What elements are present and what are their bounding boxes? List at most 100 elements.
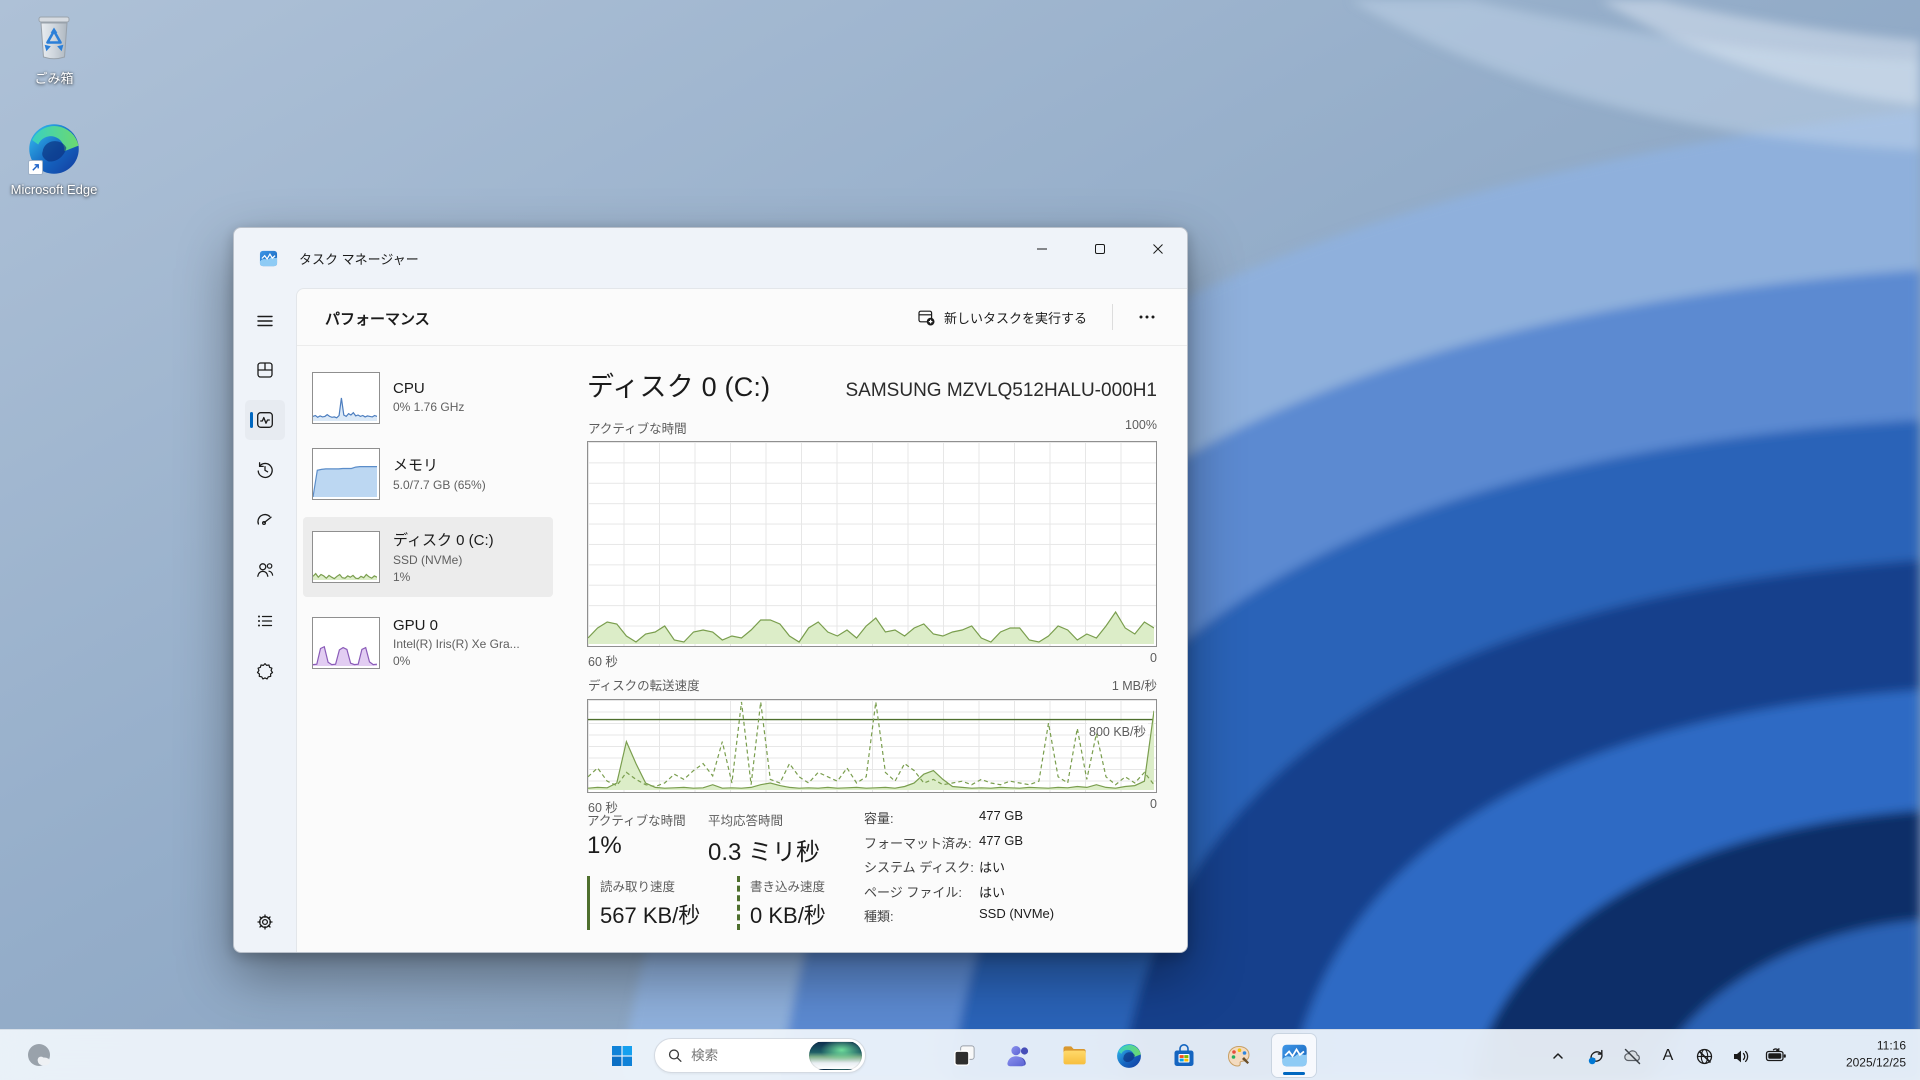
windows-start-icon <box>611 1045 633 1067</box>
taskbar-search[interactable] <box>654 1038 866 1073</box>
recycle-bin-icon <box>10 8 98 66</box>
memory-mini-chart <box>312 448 380 500</box>
chart1-xright: 0 <box>1150 651 1157 670</box>
weather-icon <box>24 1040 56 1072</box>
perf-item-gpu0[interactable]: GPU 0 Intel(R) Iris(R) Xe Gra... 0% <box>303 604 553 682</box>
prop-type: 種類:SSD (NVMe) <box>864 906 1154 925</box>
nav-app-history[interactable] <box>245 450 285 490</box>
task-manager-window: タスク マネージャー <box>233 227 1188 953</box>
gpu-desc: Intel(R) Iris(R) Xe Gra... <box>393 636 520 652</box>
settings-button[interactable] <box>245 902 285 942</box>
file-explorer-icon <box>1061 1042 1088 1069</box>
close-button[interactable] <box>1129 228 1187 270</box>
transfer-rate-chart: 800 KB/秒 <box>587 699 1157 793</box>
clock-time: 11:16 <box>1846 1038 1906 1055</box>
avg-response-stat: 平均応答時間 0.3 ミリ秒 <box>708 810 820 867</box>
speaker-icon <box>1731 1047 1750 1066</box>
disk-type: SSD (NVMe) <box>393 552 494 568</box>
close-icon <box>1152 243 1164 255</box>
paint-icon <box>1226 1043 1252 1069</box>
detail-title: ディスク 0 (C:) <box>587 365 770 404</box>
tray-network[interactable] <box>1692 1044 1716 1068</box>
performance-icon <box>255 410 275 430</box>
cpu-mini-chart <box>312 372 380 424</box>
bing-daily-image-thumbnail[interactable] <box>809 1041 862 1070</box>
perf-item-memory[interactable]: メモリ 5.0/7.7 GB (65%) <box>303 441 553 507</box>
cloud-slash-icon <box>1622 1046 1643 1067</box>
battery-icon <box>1765 1045 1787 1067</box>
gear-icon <box>255 912 275 932</box>
nav-startup-apps[interactable] <box>245 500 285 540</box>
recycle-bin-label: ごみ箱 <box>10 68 98 87</box>
chart1-xleft: 60 秒 <box>588 651 618 670</box>
nav-details[interactable] <box>245 601 285 641</box>
sync-pending-icon <box>1587 1047 1606 1066</box>
taskbar: A <box>0 1029 1920 1080</box>
globe-no-network-icon <box>1695 1047 1714 1066</box>
disk-model: SAMSUNG MZVLQ512HALU-000H1 <box>846 380 1158 402</box>
tray-update-pending[interactable] <box>1584 1044 1608 1068</box>
perf-item-cpu[interactable]: CPU 0% 1.76 GHz <box>303 365 553 431</box>
chart2-ymax: 1 MB/秒 <box>1112 675 1157 694</box>
hamburger-menu-button[interactable] <box>245 301 285 341</box>
gpu-mini-chart <box>312 617 380 669</box>
maximize-icon <box>1094 243 1106 255</box>
teams-button[interactable] <box>997 1034 1041 1077</box>
task-manager-taskbar-icon <box>1281 1042 1308 1069</box>
edge-desktop-icon[interactable]: Microsoft Edge <box>10 118 98 197</box>
disk-usage: 1% <box>393 569 494 585</box>
cpu-name: CPU <box>393 380 464 397</box>
clock-date: 2025/12/25 <box>1846 1055 1906 1072</box>
store-icon <box>1171 1043 1197 1069</box>
prop-capacity: 容量:477 GB <box>864 808 1154 827</box>
gpu-name: GPU 0 <box>393 617 520 634</box>
search-input[interactable] <box>691 1048 809 1063</box>
shortcut-arrow-overlay-icon <box>28 160 43 175</box>
prop-page-file: ページ ファイル:はい <box>864 882 1154 901</box>
clock[interactable]: 11:16 2025/12/25 <box>1846 1038 1906 1073</box>
tray-volume[interactable] <box>1728 1044 1752 1068</box>
disk-mini-chart <box>312 531 380 583</box>
task-manager-app-icon <box>259 249 278 268</box>
recycle-bin-desktop-icon[interactable]: ごみ箱 <box>10 8 98 87</box>
users-icon <box>255 560 275 580</box>
nav-users[interactable] <box>245 550 285 590</box>
maximize-button[interactable] <box>1071 228 1129 270</box>
nav-services[interactable] <box>245 651 285 691</box>
app-history-icon <box>255 460 275 480</box>
tray-ime-mode[interactable]: A <box>1656 1044 1680 1068</box>
paint-button[interactable] <box>1217 1034 1261 1077</box>
minimize-button[interactable] <box>1013 228 1071 270</box>
chevron-up-icon <box>1551 1049 1565 1063</box>
edge-logo-icon <box>10 118 98 180</box>
memory-stats: 5.0/7.7 GB (65%) <box>393 477 486 493</box>
nav-processes[interactable] <box>245 350 285 390</box>
nav-performance[interactable] <box>245 400 285 440</box>
processes-icon <box>255 360 275 380</box>
edge-button[interactable] <box>1107 1034 1151 1077</box>
desktop: ごみ箱 Microsoft Edge <box>0 0 1920 1080</box>
tray-battery[interactable] <box>1764 1044 1788 1068</box>
hamburger-icon <box>255 311 275 331</box>
file-explorer-button[interactable] <box>1052 1034 1096 1077</box>
store-button[interactable] <box>1162 1034 1206 1077</box>
task-manager-taskbar-button[interactable] <box>1272 1034 1316 1077</box>
gpu-usage: 0% <box>393 653 520 669</box>
disk-name: ディスク 0 (C:) <box>393 529 494 550</box>
edge-desktop-label: Microsoft Edge <box>10 182 98 197</box>
selected-indicator <box>250 412 253 428</box>
minimize-icon <box>1036 243 1048 255</box>
teams-icon <box>1006 1043 1032 1069</box>
edge-taskbar-icon <box>1116 1043 1142 1069</box>
active-time-chart <box>587 441 1157 647</box>
tray-chevron-button[interactable] <box>1546 1044 1570 1068</box>
running-indicator <box>1283 1072 1305 1075</box>
write-speed-stat: 書き込み速度 0 KB/秒 <box>737 876 826 930</box>
prop-formatted: フォーマット済み:477 GB <box>864 833 1154 852</box>
start-button[interactable] <box>600 1034 644 1077</box>
chart1-title: アクティブな時間 <box>588 418 687 437</box>
perf-item-disk0[interactable]: ディスク 0 (C:) SSD (NVMe) 1% <box>303 517 553 597</box>
task-view-button[interactable] <box>942 1034 986 1077</box>
tray-onedrive-offline[interactable] <box>1620 1044 1644 1068</box>
widgets-weather-button[interactable] <box>20 1039 60 1073</box>
